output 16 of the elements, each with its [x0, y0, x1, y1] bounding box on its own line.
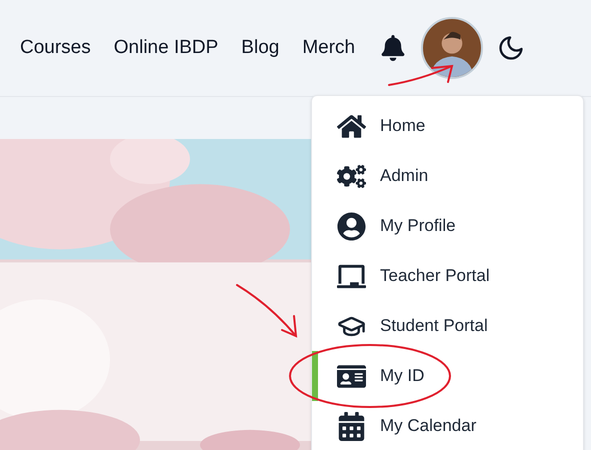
nav-link[interactable]: Online IBDP	[114, 34, 218, 62]
bell-icon[interactable]	[381, 35, 406, 61]
menu-item[interactable]: Student Portal	[312, 301, 583, 351]
menu-item[interactable]: Teacher Portal	[312, 251, 583, 301]
nav-link[interactable]: Courses	[20, 34, 91, 62]
menu-item[interactable]: Admin	[312, 151, 583, 201]
nav-link[interactable]: Blog	[241, 34, 280, 62]
menu-item[interactable]: Home	[312, 101, 583, 151]
nav-link[interactable]: Merch	[302, 34, 356, 62]
menu-item[interactable]: My Calendar	[312, 401, 583, 450]
menu-item[interactable]: My ID	[312, 351, 583, 401]
dark-mode-icon[interactable]	[497, 34, 526, 62]
calendar-icon	[337, 412, 366, 440]
annotation-arrow	[236, 284, 298, 338]
annotation-arrow	[388, 64, 454, 86]
menu-item[interactable]: My Profile	[312, 201, 583, 251]
